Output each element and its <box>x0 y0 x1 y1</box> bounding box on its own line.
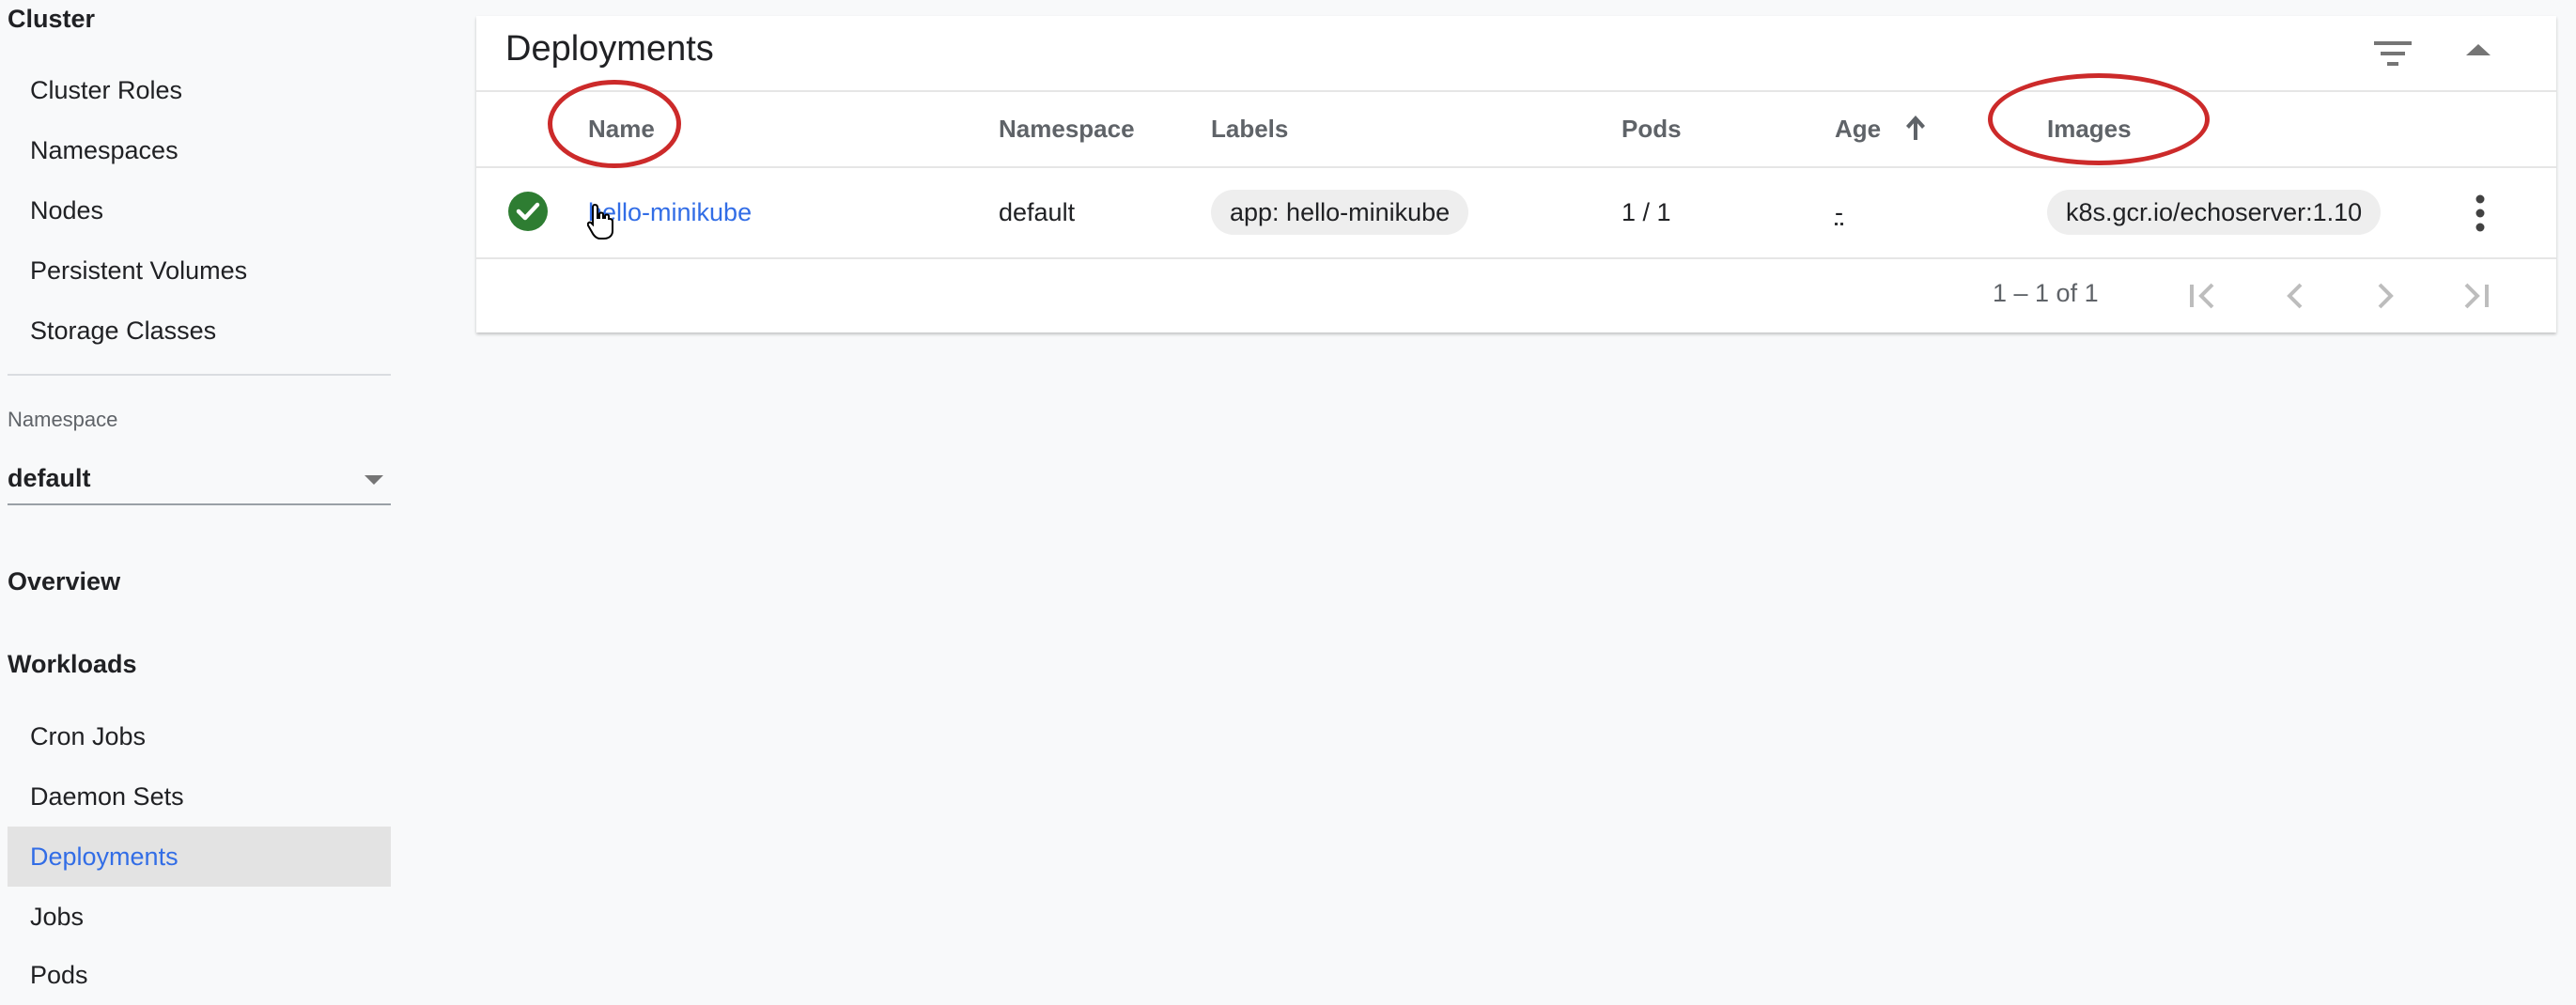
card-header: Deployments <box>476 16 2556 92</box>
column-header-images: Images <box>2047 115 2132 143</box>
sidebar-item-overview[interactable]: Overview <box>8 567 120 596</box>
filter-icon[interactable] <box>2374 37 2412 70</box>
namespace-label: Namespace <box>8 408 118 431</box>
deployment-pods: 1 / 1 <box>1622 198 1671 226</box>
card-title: Deployments <box>505 29 714 69</box>
deployments-card: Deployments Name Namespace Labels Pods A… <box>476 16 2556 332</box>
sidebar-item-pods[interactable]: Pods <box>8 945 391 1005</box>
column-header-labels: Labels <box>1211 115 1289 143</box>
image-chip: k8s.gcr.io/echoserver:1.10 <box>2047 190 2382 235</box>
row-divider <box>476 257 2556 259</box>
sidebar-divider <box>8 374 391 376</box>
column-header-pods: Pods <box>1622 115 1682 143</box>
sidebar-item-jobs[interactable]: Jobs <box>8 887 391 947</box>
sidebar-item-persistent-volumes[interactable]: Persistent Volumes <box>8 240 391 301</box>
namespace-select[interactable]: default <box>8 458 391 505</box>
deployment-namespace: default <box>999 198 1076 226</box>
chevron-right-icon[interactable] <box>2365 275 2406 317</box>
chevron-up-icon[interactable] <box>2466 42 2491 61</box>
caret-down-icon <box>365 475 383 485</box>
column-header-age[interactable]: Age <box>1835 91 1881 166</box>
column-header-namespace[interactable]: Namespace <box>999 91 1135 166</box>
arrow-up-icon[interactable] <box>1904 114 1927 142</box>
workloads-section-title: Workloads <box>8 650 137 678</box>
column-header-name[interactable]: Name <box>588 91 655 166</box>
sidebar: Cluster Cluster Roles Namespaces Nodes P… <box>0 0 391 989</box>
sidebar-item-namespaces[interactable]: Namespaces <box>8 120 391 180</box>
first-page-icon[interactable] <box>2182 275 2224 317</box>
sidebar-item-nodes[interactable]: Nodes <box>8 180 391 240</box>
last-page-icon[interactable] <box>2457 275 2498 317</box>
deployment-age: - <box>1835 198 1843 226</box>
check-circle-icon <box>508 192 548 231</box>
sidebar-item-cron-jobs[interactable]: Cron Jobs <box>8 706 391 766</box>
hand-pointer-icon <box>587 203 613 240</box>
header-divider <box>476 166 2556 168</box>
cluster-section-title: Cluster <box>8 5 96 33</box>
namespace-select-value: default <box>8 464 91 492</box>
paginator-range: 1 – 1 of 1 <box>1993 279 2099 307</box>
chevron-left-icon[interactable] <box>2274 275 2316 317</box>
sidebar-item-storage-classes[interactable]: Storage Classes <box>8 301 391 361</box>
sidebar-item-daemon-sets[interactable]: Daemon Sets <box>8 766 391 827</box>
more-vert-icon[interactable] <box>2474 194 2487 232</box>
label-chip: app: hello-minikube <box>1211 190 1469 235</box>
sidebar-item-cluster-roles[interactable]: Cluster Roles <box>8 60 391 120</box>
sidebar-item-deployments[interactable]: Deployments <box>8 827 391 887</box>
